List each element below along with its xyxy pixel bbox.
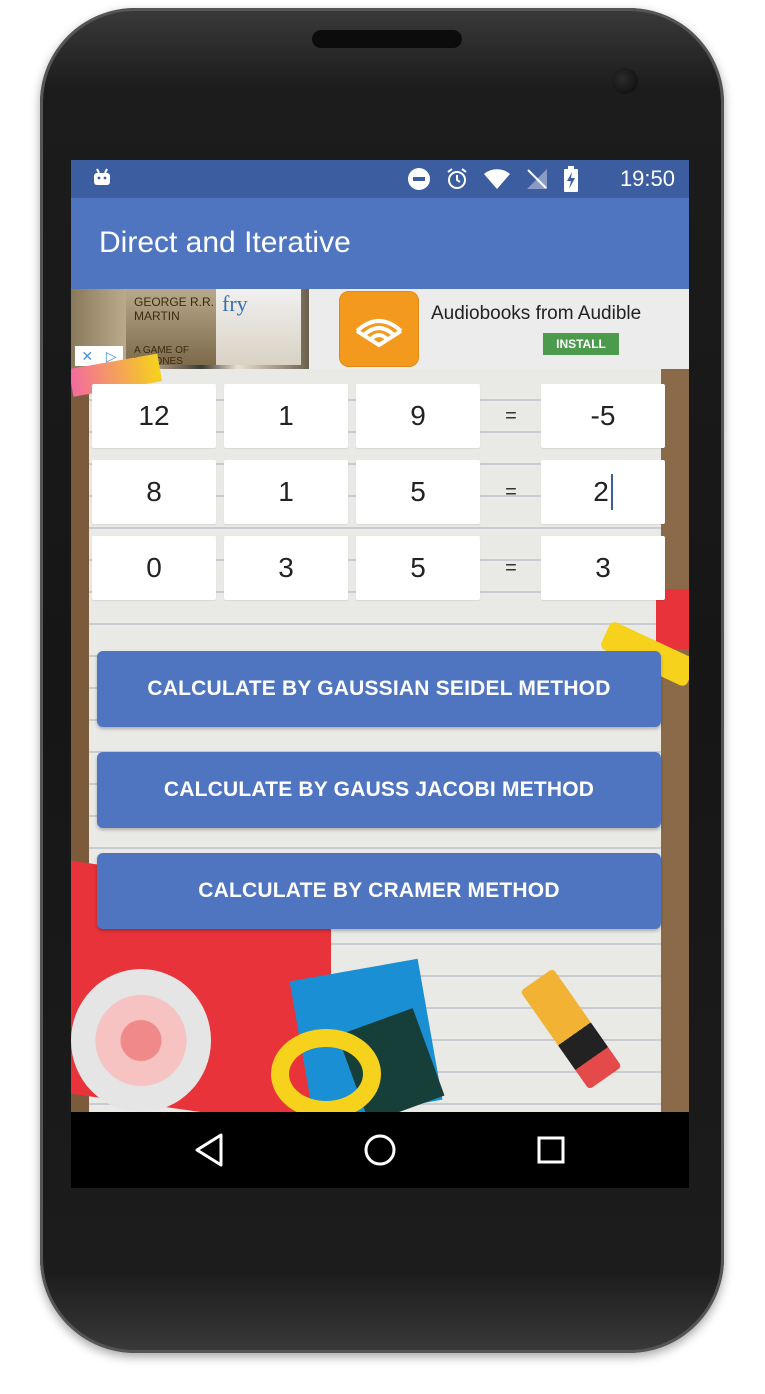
front-camera <box>612 68 638 94</box>
book-cover-1-title: GEORGE R.R. MARTIN <box>134 295 215 323</box>
status-bar: 19:50 <box>71 160 689 198</box>
result-2-input[interactable]: 2 <box>541 460 665 524</box>
coef-a1-input[interactable]: 12 <box>92 384 216 448</box>
ad-close-icon[interactable]: ✕ <box>81 348 93 365</box>
clock: 19:50 <box>619 166 675 191</box>
battery-charging-icon <box>564 166 578 192</box>
cramer-button[interactable]: CALCULATE BY CRAMER METHOD <box>97 853 661 929</box>
wifi-icon <box>484 169 510 189</box>
ad-banner[interactable]: GEORGE R.R. MARTIN A GAME OF THRONES fry… <box>71 289 689 369</box>
result-1-input[interactable]: -5 <box>541 384 665 448</box>
result-3-input[interactable]: 3 <box>541 536 665 600</box>
do-not-disturb-icon <box>408 168 430 190</box>
coef-a2-input[interactable]: 8 <box>92 460 216 524</box>
book-cover-2: fry <box>216 289 301 365</box>
coef-b2-input[interactable]: 1 <box>224 460 348 524</box>
no-sim-icon <box>527 169 547 189</box>
book-cover-1: GEORGE R.R. MARTIN A GAME OF THRONES <box>126 289 216 367</box>
coef-c2-input[interactable]: 5 <box>356 460 480 524</box>
decor-pencil <box>520 968 622 1090</box>
gauss-jacobi-button[interactable]: CALCULATE BY GAUSS JACOBI METHOD <box>97 752 661 828</box>
desk-edge-right <box>661 369 689 1112</box>
coef-a3-input[interactable]: 0 <box>92 536 216 600</box>
decor-tape-roll <box>271 1029 381 1119</box>
screen: 19:50 Direct and Iterative GEORGE R.R. M… <box>71 160 689 1188</box>
audible-wave-icon <box>355 319 403 348</box>
status-icons <box>407 166 579 192</box>
recents-icon[interactable] <box>535 1132 567 1168</box>
coef-c3-input[interactable]: 5 <box>356 536 480 600</box>
ad-install-button[interactable]: INSTALL <box>543 333 619 355</box>
back-icon[interactable] <box>193 1132 225 1168</box>
equals-sign: = <box>505 480 517 503</box>
book-cover-2-title: fry <box>222 291 248 316</box>
app-title: Direct and Iterative <box>99 226 351 259</box>
app-bar: Direct and Iterative <box>71 198 689 289</box>
coef-b3-input[interactable]: 3 <box>224 536 348 600</box>
audible-logo <box>339 291 419 367</box>
decor-tape-dispenser <box>71 969 211 1112</box>
equals-sign: = <box>505 404 517 427</box>
speaker-grill <box>312 30 462 48</box>
alarm-icon <box>447 168 467 189</box>
coef-b1-input[interactable]: 1 <box>224 384 348 448</box>
navigation-bar <box>71 1112 689 1188</box>
text-cursor <box>610 474 613 510</box>
result-2-value: 2 <box>593 476 609 507</box>
home-icon[interactable] <box>363 1132 397 1168</box>
coef-c1-input[interactable]: 9 <box>356 384 480 448</box>
gauss-seidel-button[interactable]: CALCULATE BY GAUSSIAN SEIDEL METHOD <box>97 651 661 727</box>
android-icon <box>94 168 110 185</box>
main-content: 12 1 9 = -5 8 1 5 = 2 0 3 5 = 3 CALCULAT… <box>71 353 689 1131</box>
ad-headline[interactable]: Audiobooks from Audible <box>431 303 641 325</box>
equals-sign: = <box>505 556 517 579</box>
